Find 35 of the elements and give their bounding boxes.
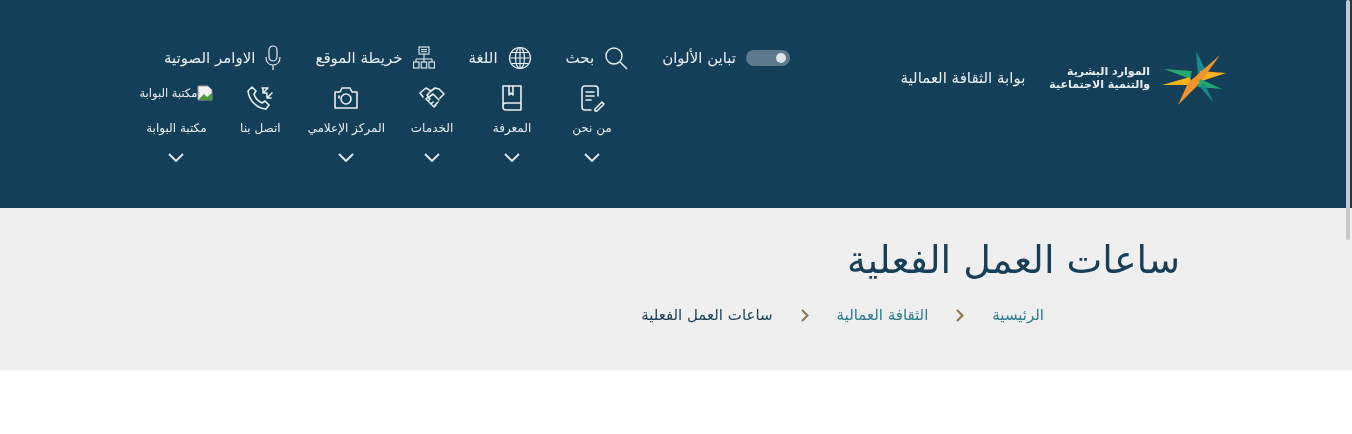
breadcrumb-link[interactable]: الرئيسية bbox=[992, 306, 1044, 324]
nav-link[interactable]: الخدمات bbox=[410, 121, 454, 135]
broken-image: مكتبة البوابة bbox=[139, 85, 214, 101]
chevron-icon bbox=[956, 308, 965, 322]
toolbar-link[interactable]: الاوامر الصوتية bbox=[163, 45, 282, 71]
toolbar-link[interactable]: بحث bbox=[565, 46, 629, 70]
chevron-icon bbox=[800, 308, 809, 322]
phone-icon bbox=[246, 84, 275, 112]
chevron-down-icon[interactable] bbox=[424, 153, 440, 162]
nav-link[interactable]: من نحن bbox=[572, 121, 612, 135]
toolbar-link[interactable]: اللغة bbox=[468, 46, 532, 70]
scrollbar[interactable] bbox=[1346, 0, 1350, 240]
chevron-down-icon[interactable] bbox=[584, 153, 600, 162]
contrast-label: تباين الألوان bbox=[662, 49, 736, 67]
org-name: الموارد البشرية bbox=[1066, 65, 1150, 78]
toolbar-link[interactable]: خريطة الموقع bbox=[315, 46, 435, 70]
nav-link[interactable]: المركز الإعلامي bbox=[307, 121, 385, 135]
nav-link[interactable]: المعرفة bbox=[492, 121, 532, 135]
chevron-down-icon[interactable] bbox=[504, 153, 520, 162]
nav-link[interactable]: مكتبة البوابة bbox=[146, 121, 207, 135]
breadcrumb-current: ساعات العمل الفعلية bbox=[641, 306, 773, 324]
sitemap-icon bbox=[412, 46, 435, 70]
globe-icon bbox=[507, 46, 532, 70]
page-title: ساعات العمل الفعلية bbox=[846, 238, 1180, 282]
microphone-icon bbox=[265, 45, 282, 71]
camera-icon bbox=[332, 84, 361, 112]
org-name: والتنمية الاجتماعية bbox=[1049, 78, 1150, 91]
contrast-toggle[interactable] bbox=[746, 50, 790, 66]
chevron-down-icon[interactable] bbox=[338, 153, 355, 162]
nav-link[interactable]: اتصل بنا bbox=[240, 121, 281, 135]
chevron-down-icon[interactable] bbox=[168, 153, 185, 162]
breadcrumb-link[interactable]: الثقافة العمالية bbox=[836, 306, 929, 324]
search-icon bbox=[604, 46, 629, 70]
document-edit-icon bbox=[578, 84, 606, 112]
portal-title: بوابة الثقافة العمالية bbox=[900, 69, 1026, 87]
